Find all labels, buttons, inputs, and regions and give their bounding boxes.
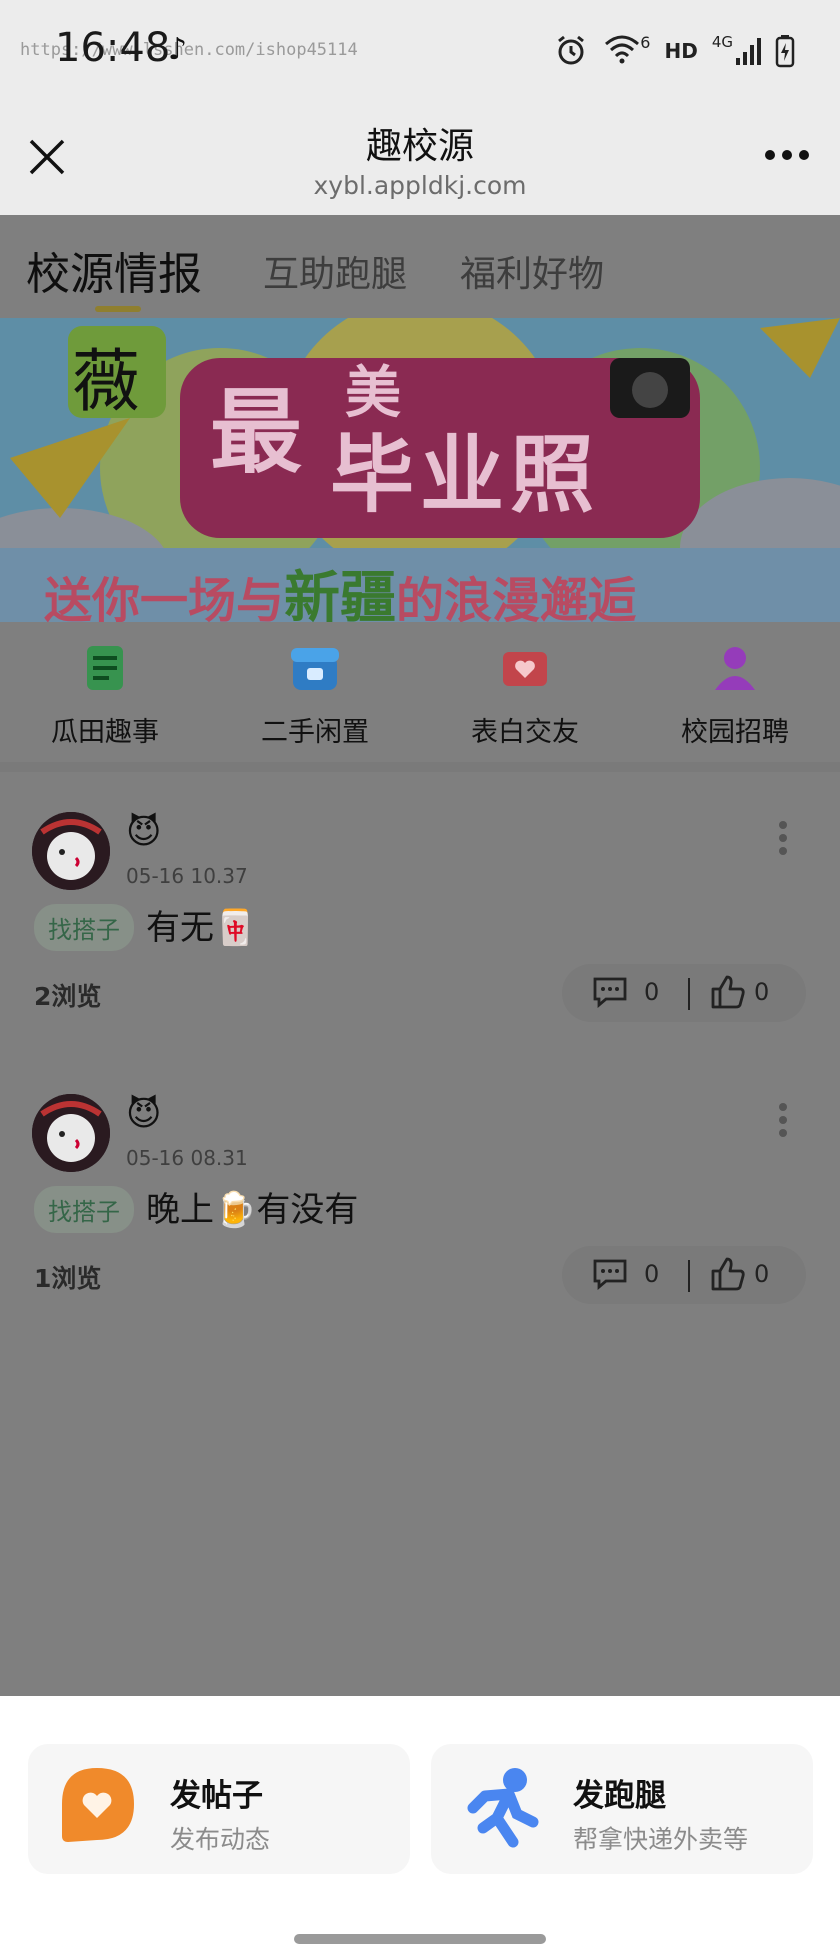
banner-subtitle-c: 的浪漫邂逅 [396, 573, 637, 622]
category-confession[interactable]: 表白交友 [420, 622, 630, 762]
hd-label: HD [664, 38, 698, 63]
user-emoji: 😈 [126, 812, 162, 852]
comment-icon[interactable] [592, 1258, 628, 1290]
category-grid: 瓜田趣事 二手闲置 表白交友 校园招聘 [0, 622, 840, 762]
nav-bar: 趣校源 xybl.appldkj.com [0, 105, 840, 215]
love-letter-icon [503, 652, 547, 686]
card-title: 发跑腿 [573, 1778, 666, 1814]
view-count: 2浏览 [34, 982, 102, 1011]
view-count: 1浏览 [34, 1264, 102, 1293]
battery-icon [775, 34, 795, 67]
post-actions: 0 0 [562, 964, 806, 1022]
comment-icon[interactable] [592, 976, 628, 1008]
banner-subtitle: 送你一场与新疆的浪漫邂逅 [44, 553, 636, 622]
post-text: 有无🀄 [146, 908, 257, 948]
post-tag[interactable]: 找搭子 [34, 904, 134, 951]
card-subtitle: 发布动态 [170, 1825, 271, 1854]
wifi-icon [602, 32, 642, 69]
post-tag[interactable]: 找搭子 [34, 1186, 134, 1233]
comment-count: 0 [644, 978, 660, 1006]
avatar[interactable] [32, 1094, 110, 1172]
category-recruit[interactable]: 校园招聘 [630, 622, 840, 762]
banner-line1-a: 最 [210, 379, 303, 486]
tab-bar: 校源情报 互助跑腿 福利好物 [0, 215, 840, 315]
user-emoji: 😈 [126, 1094, 162, 1134]
status-icons: 6 HD 4G [554, 32, 795, 69]
banner-logo: 薇 [72, 343, 141, 422]
tab-info[interactable]: 校源情报 [26, 238, 202, 302]
publish-errand-button[interactable]: 发跑腿 帮拿快递外卖等 [431, 1744, 813, 1874]
publish-sheet: 发帖子 发布动态 发跑腿 帮拿快递外卖等 [0, 1696, 840, 1960]
page-url: xybl.appldkj.com [313, 171, 527, 200]
tab-indicator [95, 306, 141, 312]
banner-line2: 毕业照 [330, 426, 601, 524]
like-icon[interactable] [710, 1256, 746, 1292]
tab-welfare[interactable]: 福利好物 [460, 245, 604, 297]
category-gossip[interactable]: 瓜田趣事 [0, 622, 210, 762]
category-label: 表白交友 [471, 717, 579, 748]
publish-post-button[interactable]: 发帖子 发布动态 [28, 1744, 410, 1874]
post-time: 05-16 08.31 [126, 1146, 248, 1170]
tab-errand[interactable]: 互助跑腿 [263, 245, 407, 297]
signal-label: 4G [711, 32, 733, 51]
page-title: 趣校源 [365, 126, 474, 167]
banner-subtitle-a: 送你一场与 [44, 573, 285, 622]
card-subtitle: 帮拿快递外卖等 [573, 1825, 749, 1854]
banner-subtitle-b: 新疆 [284, 566, 397, 622]
category-label: 校园招聘 [681, 717, 789, 748]
post-time: 05-16 10.37 [126, 864, 248, 888]
home-indicator[interactable] [294, 1934, 546, 1944]
like-icon[interactable] [710, 974, 746, 1010]
post-item[interactable]: 😈 05-16 08.31 找搭子 晚上🍺有没有 1浏览 0 0 [0, 1054, 840, 1324]
signal-icon [736, 37, 761, 65]
category-label: 二手闲置 [261, 717, 369, 748]
wifi-badge: 6 [640, 33, 651, 52]
avatar[interactable] [32, 812, 110, 890]
action-separator [688, 1260, 690, 1292]
category-label: 瓜田趣事 [51, 717, 159, 748]
post-item[interactable]: 😈 05-16 10.37 找搭子 有无🀄 2浏览 0 0 [0, 772, 840, 1042]
shop-icon [291, 648, 339, 690]
post-actions: 0 0 [562, 1246, 806, 1304]
status-bar: https://www.lsshen.com/ishop45114 16:48 … [0, 0, 840, 105]
more-icon[interactable] [764, 149, 810, 161]
person-icon [715, 647, 755, 690]
action-separator [688, 978, 690, 1010]
section-divider [0, 762, 840, 772]
runner-icon [467, 1768, 539, 1848]
scroll-icon [87, 646, 123, 690]
post-text: 晚上🍺有没有 [146, 1190, 359, 1230]
card-title: 发帖子 [170, 1778, 263, 1814]
category-secondhand[interactable]: 二手闲置 [210, 622, 420, 762]
promo-banner[interactable]: 薇 最 美 毕业照 送你一场与新疆的浪漫邂逅 [0, 318, 840, 622]
post-more-icon[interactable] [778, 820, 788, 856]
post-more-icon[interactable] [778, 1102, 788, 1138]
status-time: 16:48 [55, 25, 171, 71]
comment-count: 0 [644, 1260, 660, 1288]
tiktok-icon: ♪ [168, 32, 188, 67]
chat-heart-icon [62, 1768, 134, 1842]
like-count: 0 [754, 978, 770, 1006]
like-count: 0 [754, 1260, 770, 1288]
alarm-icon [558, 35, 585, 64]
